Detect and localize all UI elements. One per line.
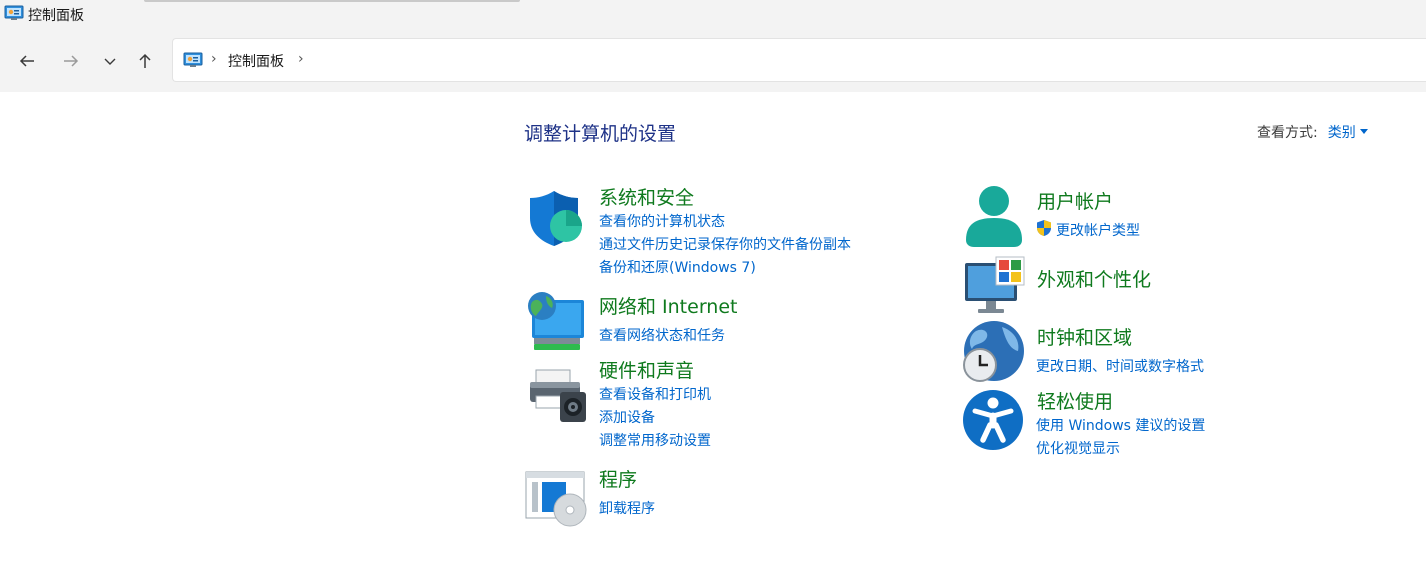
caret-down-icon[interactable] [1359, 128, 1368, 134]
window-edge-shadow [144, 0, 520, 2]
globe-clock-icon[interactable] [962, 321, 1026, 385]
link-change-account-type[interactable]: 更改帐户类型 [1056, 220, 1140, 240]
breadcrumb-control-panel[interactable]: 控制面板 [228, 51, 284, 71]
address-bar[interactable]: › 控制面板 › [172, 38, 1426, 82]
printer-speaker-icon[interactable] [524, 362, 588, 426]
user-account-icon[interactable] [962, 184, 1026, 248]
view-by-dropdown[interactable]: 类别 [1328, 125, 1356, 141]
forward-button[interactable] [58, 48, 84, 74]
accessibility-icon[interactable] [962, 389, 1026, 453]
link-network-status[interactable]: 查看网络状态和任务 [599, 325, 725, 345]
link-mobility-settings[interactable]: 调整常用移动设置 [599, 430, 711, 450]
link-change-date-time-format[interactable]: 更改日期、时间或数字格式 [1036, 356, 1204, 376]
shield-icon[interactable] [524, 186, 588, 250]
control-panel-icon [4, 5, 24, 20]
arrow-up-icon [139, 53, 151, 68]
link-file-history-backup[interactable]: 通过文件历史记录保存你的文件备份副本 [599, 234, 851, 254]
link-view-computer-status[interactable]: 查看你的计算机状态 [599, 211, 725, 231]
view-by: 查看方式: 类别 [1257, 122, 1368, 142]
link-optimize-visual-display[interactable]: 优化视觉显示 [1036, 438, 1120, 458]
link-add-device[interactable]: 添加设备 [599, 407, 655, 427]
arrow-left-icon [19, 55, 34, 67]
monitor-palette-icon[interactable] [962, 255, 1026, 319]
page-title: 调整计算机的设置 [524, 123, 677, 145]
title-bar: 控制面板 [0, 0, 1426, 28]
category-network-internet[interactable]: 网络和 Internet [599, 292, 737, 319]
programs-disc-icon[interactable] [524, 466, 588, 530]
category-appearance-personalization[interactable]: 外观和个性化 [1037, 265, 1151, 292]
chevron-down-icon [104, 58, 116, 65]
category-ease-of-access[interactable]: 轻松使用 [1037, 387, 1113, 414]
category-clock-region[interactable]: 时钟和区域 [1037, 323, 1132, 350]
window-title: 控制面板 [28, 8, 84, 24]
navigation-bar: › 控制面板 › [0, 28, 1426, 92]
back-button[interactable] [14, 48, 40, 74]
category-hardware-sound[interactable]: 硬件和声音 [599, 356, 694, 383]
breadcrumb-chevron-icon[interactable]: › [211, 51, 217, 67]
link-uninstall-program[interactable]: 卸载程序 [599, 498, 655, 518]
arrow-right-icon [64, 55, 79, 67]
link-recommended-settings[interactable]: 使用 Windows 建议的设置 [1036, 415, 1205, 435]
view-by-label: 查看方式: [1257, 125, 1318, 141]
category-programs[interactable]: 程序 [599, 465, 637, 492]
breadcrumb-chevron-icon[interactable]: › [298, 51, 304, 67]
uac-shield-icon [1037, 220, 1051, 236]
category-user-accounts[interactable]: 用户帐户 [1037, 187, 1113, 214]
control-panel-icon [183, 52, 203, 67]
link-backup-restore[interactable]: 备份和还原(Windows 7) [599, 257, 756, 277]
recent-locations-button[interactable] [97, 48, 123, 74]
up-button[interactable] [132, 48, 158, 74]
network-globe-icon[interactable] [524, 290, 588, 354]
category-system-security[interactable]: 系统和安全 [599, 183, 694, 210]
link-devices-printers[interactable]: 查看设备和打印机 [599, 384, 711, 404]
